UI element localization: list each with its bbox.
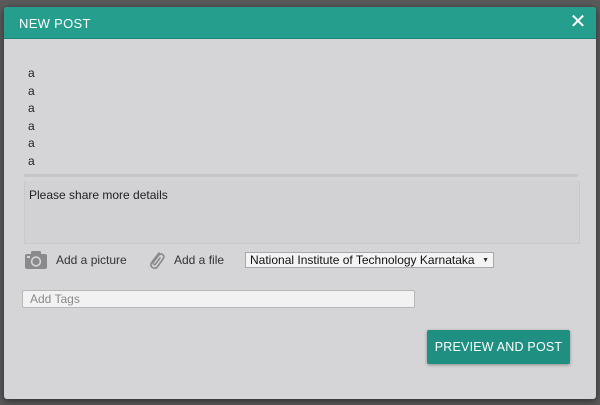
modal-title: NEW POST [19, 16, 91, 31]
institution-select[interactable]: National Institute of Technology Karnata… [245, 252, 494, 268]
dropdown-arrow-icon: ▼ [482, 256, 489, 264]
details-placeholder: Please share more details [29, 188, 168, 202]
title-line: a [28, 66, 35, 80]
title-line: a [28, 101, 35, 115]
institution-selected-value: National Institute of Technology Karnata… [250, 253, 475, 267]
close-icon: ✕ [569, 11, 587, 33]
title-line: a [28, 153, 35, 168]
post-title-text[interactable]: a a a a a a [28, 65, 588, 170]
preview-and-post-button[interactable]: PREVIEW AND POST [427, 330, 570, 364]
modal-header: NEW POST ✕ [4, 7, 596, 39]
title-line: a [28, 118, 35, 133]
new-post-modal: NEW POST ✕ a a a a a a Please share more… [4, 7, 596, 399]
paperclip-icon [150, 252, 165, 270]
details-textarea[interactable]: Please share more details [24, 181, 580, 244]
tags-input[interactable] [22, 290, 415, 308]
divider [24, 174, 578, 177]
add-picture-button[interactable]: Add a picture [24, 247, 127, 273]
add-picture-label: Add a picture [56, 253, 127, 267]
close-button[interactable]: ✕ [568, 12, 588, 32]
camera-icon [25, 251, 47, 269]
title-line: a [28, 136, 35, 150]
add-file-button[interactable]: Add a file [146, 247, 224, 273]
add-file-label: Add a file [174, 253, 225, 267]
title-line: a [28, 83, 35, 98]
